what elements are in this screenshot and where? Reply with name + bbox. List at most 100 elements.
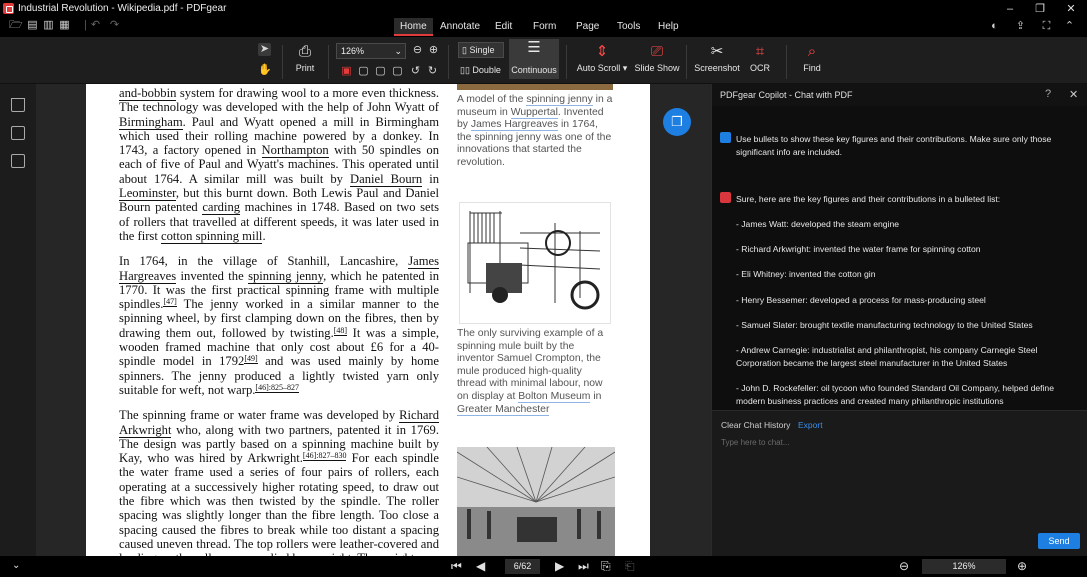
document-link[interactable]: Birmingham: [119, 114, 183, 130]
document-link[interactable]: Wuppertal: [510, 106, 558, 119]
open-folder-icon[interactable]: 🗁: [9, 20, 23, 31]
thumbnails-icon[interactable]: [11, 126, 25, 140]
save-icon[interactable]: ▤: [27, 20, 38, 31]
document-link[interactable]: spinning jenny: [526, 94, 593, 106]
document-link[interactable]: and-bobbin: [119, 86, 177, 101]
zoom-in-icon[interactable]: ⊕: [1017, 559, 1027, 573]
pdf-page: and-bobbin system for drawing wool to a …: [86, 84, 650, 556]
ribbon-divider: [328, 45, 329, 79]
ribbon-divider: [448, 45, 449, 79]
bookmark-icon[interactable]: [11, 98, 25, 112]
close-button[interactable]: ✕: [1056, 0, 1086, 17]
minimize-button[interactable]: –: [995, 0, 1025, 17]
page-export-icon[interactable]: ⎘: [601, 559, 611, 573]
document-link[interactable]: Daniel Bourn: [350, 171, 423, 187]
pdfgear-logo-icon: [3, 3, 14, 14]
rotate-right-icon[interactable]: ↻: [426, 65, 439, 78]
select-cursor-icon[interactable]: ➤: [258, 43, 271, 56]
comments-icon[interactable]: [11, 154, 25, 168]
tab-page[interactable]: Page: [570, 18, 605, 36]
chevron-down-icon[interactable]: ⌄: [12, 559, 20, 573]
tab-home[interactable]: Home: [394, 18, 433, 36]
clear-history-button[interactable]: Clear Chat History: [721, 420, 790, 430]
send-button[interactable]: Send: [1038, 533, 1080, 549]
share-icon[interactable]: ⇪: [1015, 21, 1026, 32]
document-link[interactable]: James Hargreaves: [470, 119, 559, 132]
citation-reference[interactable]: [46]:827–830: [302, 451, 347, 462]
fit-page-icon[interactable]: ▣: [340, 65, 353, 78]
auto-scroll-button[interactable]: ⇕ Auto Scroll ▾: [576, 43, 628, 74]
last-page-icon[interactable]: ⏭: [578, 559, 589, 573]
restore-button[interactable]: ❐: [1025, 0, 1055, 17]
continuous-button[interactable]: ☰ Continuous: [509, 39, 559, 79]
tab-form[interactable]: Form: [527, 18, 562, 36]
previous-page-icon[interactable]: ◀: [476, 559, 485, 573]
actual-size-icon[interactable]: ▢: [374, 65, 387, 78]
document-viewer[interactable]: and-bobbin system for drawing wool to a …: [36, 84, 711, 556]
figure-caption-1: A model of the spinning jenny in a museu…: [457, 94, 613, 168]
citation-reference[interactable]: [46]:825–827: [255, 382, 299, 393]
hand-tool-icon[interactable]: ✋: [258, 64, 272, 77]
screenshot-button[interactable]: ✂ Screenshot: [694, 43, 740, 73]
document-link[interactable]: Northampton: [261, 143, 329, 159]
page-body-text: and-bobbin system for drawing wool to a …: [119, 86, 439, 556]
citation-reference[interactable]: [47]: [163, 297, 177, 308]
zoom-out-icon[interactable]: ⊖: [411, 44, 424, 57]
zoom-level-input[interactable]: 126%: [922, 559, 1006, 574]
paragraph-2: In 1764, in the village of Stanhill, Lan…: [119, 254, 439, 397]
page-number-input[interactable]: 6/62: [505, 559, 540, 574]
ocr-button[interactable]: ⌗ OCR: [748, 43, 772, 73]
bullet-5: - Samuel Slater: brought textile manufac…: [736, 320, 1033, 330]
tab-help[interactable]: Help: [652, 18, 685, 36]
fit-visible-icon[interactable]: ▢: [391, 65, 404, 78]
citation-reference[interactable]: [48]: [333, 325, 348, 336]
document-link[interactable]: Leominster: [119, 186, 176, 202]
help-icon[interactable]: ?: [1045, 88, 1051, 100]
print-label: Print: [295, 63, 315, 73]
ribbon-toolbar: ➤ ✋ ⎙ Print ⊖ ⊕ ▣ ▢ ▢ ▢ ↺ ↻ ▯ Single ▯▯ …: [0, 37, 1087, 84]
ocr-label: OCR: [750, 63, 770, 73]
fullscreen-icon[interactable]: ⛶: [1041, 21, 1052, 32]
zoom-in-icon[interactable]: ⊕: [427, 44, 440, 57]
export-button[interactable]: Export: [798, 420, 823, 430]
document-link[interactable]: carding: [202, 200, 241, 216]
theme-toggle-icon[interactable]: ◐: [989, 21, 1000, 32]
fit-width-icon[interactable]: ▢: [357, 65, 370, 78]
document-link[interactable]: Greater Manchester: [457, 403, 550, 416]
tab-edit[interactable]: Edit: [489, 18, 518, 36]
redo-icon[interactable]: ↷: [109, 20, 120, 31]
continuous-icon: ☰: [527, 39, 541, 56]
undo-icon[interactable]: ↶: [90, 20, 101, 31]
spinning-jenny-photo: [457, 84, 613, 90]
close-panel-icon[interactable]: ✕: [1069, 88, 1078, 101]
tab-tools[interactable]: Tools: [611, 18, 646, 36]
rotate-left-icon[interactable]: ↺: [409, 65, 422, 78]
save-as-icon[interactable]: ▥: [43, 20, 54, 31]
document-link[interactable]: cotton spinning mill: [160, 228, 263, 244]
chat-input[interactable]: Type here to chat...: [721, 438, 1076, 518]
single-page-button[interactable]: ▯ Single: [458, 42, 504, 58]
zoom-out-icon[interactable]: ⊖: [899, 559, 909, 573]
page-extract-icon[interactable]: ⎗: [625, 559, 635, 573]
spinning-mule-illustration: [467, 211, 601, 310]
print-quick-icon[interactable]: ▦: [59, 20, 70, 31]
first-page-icon[interactable]: ⏮: [451, 559, 462, 573]
double-page-button[interactable]: ▯▯ Double: [460, 65, 501, 76]
left-sidebar: [0, 84, 36, 556]
print-button[interactable]: ⎙ Print: [294, 43, 316, 73]
document-link[interactable]: spinning jenny: [248, 268, 324, 284]
zoom-select[interactable]: 126% ⌄: [336, 43, 406, 59]
next-page-icon[interactable]: ▶: [555, 559, 564, 573]
document-link[interactable]: Bolton Museum: [518, 390, 591, 403]
document-link[interactable]: Richard Arkwright: [119, 408, 439, 438]
collapse-ribbon-icon[interactable]: ⌃: [1064, 21, 1075, 32]
slide-show-button[interactable]: ⎚ Slide Show: [634, 43, 680, 73]
copilot-header: PDFgear Copilot - Chat with PDF ? ✕: [712, 84, 1087, 106]
mill-engraving-image: [457, 447, 615, 556]
printer-icon: ⎙: [298, 43, 311, 60]
tab-annotate[interactable]: Annotate: [434, 18, 486, 36]
copilot-chat-icon[interactable]: ❐: [663, 108, 691, 136]
screenshot-label: Screenshot: [694, 63, 740, 73]
citation-reference[interactable]: [49]: [244, 354, 258, 365]
find-button[interactable]: ⌕ Find: [800, 43, 824, 73]
